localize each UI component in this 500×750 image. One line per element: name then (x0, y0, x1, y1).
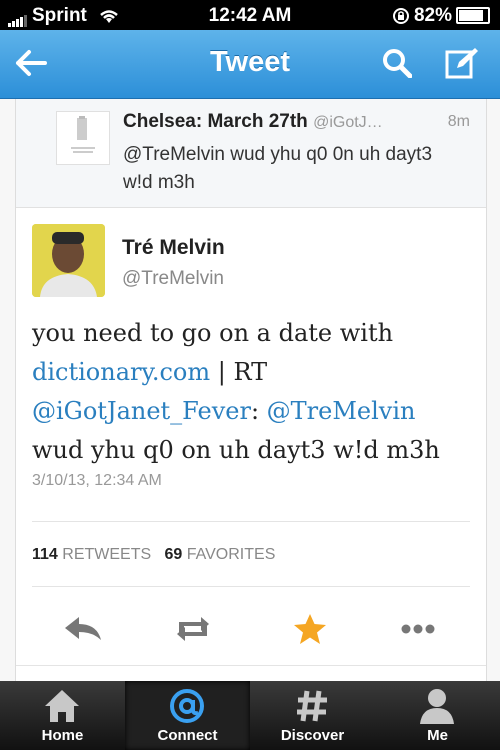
divider (32, 586, 470, 587)
tab-home[interactable]: Home (0, 681, 125, 750)
compose-icon[interactable] (445, 47, 479, 79)
tweet-stats: 114 RETWEETS 69 FAVORITES (32, 546, 275, 564)
hash-icon (297, 690, 327, 722)
tweet-text: you need to go on a date with dictionary… (32, 314, 472, 470)
favorites-count: 69 (164, 546, 183, 563)
tweet-timestamp: 3/10/13, 12:34 AM (32, 472, 162, 489)
tweet-text-segment: you need to go on a date with (32, 319, 394, 347)
tab-me-label: Me (427, 727, 448, 744)
reply-author-handle: @iGotJ… (313, 114, 383, 131)
reply-icon[interactable] (61, 612, 105, 646)
tab-me[interactable]: Me (375, 681, 500, 750)
reply-avatar[interactable] (56, 111, 110, 165)
tweet-link[interactable]: dictionary.com (32, 358, 210, 386)
page-title: Tweet (209, 46, 291, 78)
tweet-text-segment: | RT (210, 358, 268, 386)
next-tweet-peek[interactable] (16, 665, 486, 681)
reply-age: 8m (447, 113, 470, 130)
tweet-text-segment: wud yhu q0 on uh dayt3 w!d m3h (32, 436, 440, 464)
battery-status: 82% (392, 5, 490, 27)
retweets-count: 114 (32, 546, 58, 563)
favorites-label: FAVORITES (186, 546, 276, 563)
nav-bar: Tweet (0, 30, 500, 99)
status-bar: Sprint 12:42 AM 82% (0, 0, 500, 30)
retweets-label: RETWEETS (62, 546, 152, 563)
tab-connect-label: Connect (157, 727, 218, 744)
mention-link[interactable]: @iGotJanet_Fever (32, 397, 251, 425)
tweet-actions (16, 604, 486, 654)
retweets-stat[interactable]: 114 RETWEETS (32, 546, 151, 563)
favorites-stat[interactable]: 69 FAVORITES (165, 546, 276, 563)
author-name: Tré Melvin (122, 236, 225, 259)
more-options-icon[interactable] (396, 612, 440, 646)
home-icon (45, 690, 79, 722)
reply-author-name: Chelsea: March 27th (123, 111, 308, 132)
tab-bar: Home Connect Discover Me (0, 681, 500, 750)
author-handle: @TreMelvin (122, 268, 224, 289)
divider (32, 521, 470, 522)
reply-text: @TreMelvin wud yhu q0 0n uh dayt3 w!d m3… (123, 144, 433, 193)
at-icon (170, 689, 204, 723)
tab-discover-label: Discover (280, 727, 345, 744)
search-icon[interactable] (382, 48, 412, 78)
battery-percent: 82% (413, 5, 452, 26)
tweet-card: Chelsea: March 27th @iGotJ… 8m @TreMelvi… (15, 99, 487, 681)
favorite-star-icon[interactable] (288, 612, 332, 646)
retweet-icon[interactable] (171, 612, 215, 646)
content-area[interactable]: Chelsea: March 27th @iGotJ… 8m @TreMelvi… (0, 99, 500, 681)
tweet-text-segment: : (250, 397, 267, 425)
mention-link[interactable]: @TreMelvin (267, 397, 416, 425)
rotation-lock-icon (392, 7, 409, 24)
reply-author: Chelsea: March 27th @iGotJ… (123, 111, 383, 133)
in-reply-to-tweet[interactable]: Chelsea: March 27th @iGotJ… 8m @TreMelvi… (16, 99, 486, 208)
person-icon (420, 689, 454, 724)
tab-connect[interactable]: Connect (125, 681, 250, 750)
tab-home-label: Home (41, 727, 84, 744)
battery-icon (456, 7, 490, 25)
author-avatar[interactable] (32, 224, 105, 297)
tab-discover[interactable]: Discover (250, 681, 375, 750)
